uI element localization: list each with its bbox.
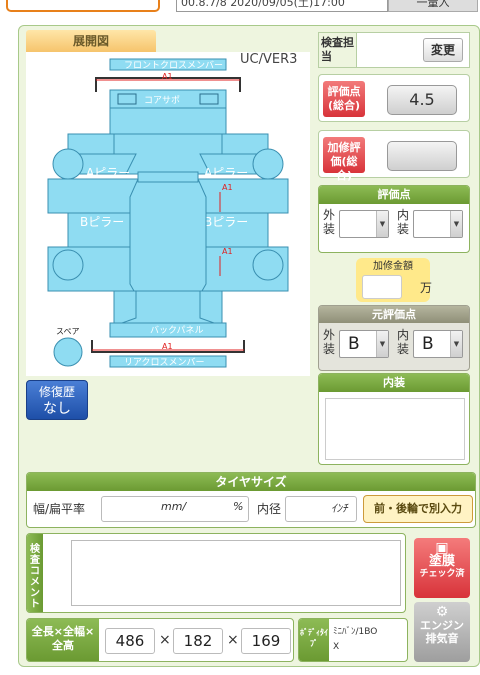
front-damage-mark: A1 — [162, 72, 173, 81]
paint-label: 塗膜 — [428, 554, 455, 569]
version-label: UC/VER3 — [240, 52, 298, 67]
repair-amount-unit: 万 — [420, 281, 433, 295]
chevron-down-icon: ▼ — [450, 331, 462, 357]
repair-history-value: なし — [43, 401, 71, 417]
front-left-wheel[interactable] — [52, 148, 84, 180]
right-a-damage-mark: A1 — [222, 183, 233, 192]
body-type-value[interactable]: ﾐﾆﾊﾞﾝ/1BO X — [333, 625, 377, 655]
original-evaluation-title: 元評価点 — [319, 306, 469, 323]
length-input[interactable]: 486 — [105, 628, 155, 654]
interior-title: 内装 — [319, 374, 469, 392]
separate-front-rear-button[interactable]: 前・後輪で別入力 — [363, 495, 473, 523]
repair-score-label: 加修評価(総合) — [323, 137, 365, 182]
paint-sublabel: チェック済 — [419, 569, 465, 579]
body-type-box: ﾎﾞﾃﾞｨﾀｲﾌﾟ ﾐﾆﾊﾞﾝ/1BO X — [298, 618, 408, 662]
rear-right-wheel[interactable] — [252, 249, 284, 281]
original-exterior-value: B — [348, 334, 360, 354]
inspector-label: 検査担当 — [319, 33, 357, 67]
width-input[interactable]: 182 — [173, 628, 223, 654]
a-pillar-left-label: Aピラー — [86, 166, 130, 180]
original-interior-value: B — [422, 334, 434, 354]
comment-box: 検査コメント — [26, 533, 406, 613]
engine-sound-button[interactable]: ⚙ エンジン 排気音 — [414, 602, 470, 662]
original-exterior-select[interactable]: B ▼ — [339, 330, 389, 358]
rear-damage-mark: A1 — [162, 342, 173, 351]
dimension-separator: × — [227, 632, 239, 648]
inspector-box: 検査担当 変更 — [318, 32, 470, 68]
rear-cross-member-label: リアクロスメンバー — [124, 357, 205, 368]
height-input[interactable]: 169 — [241, 628, 291, 654]
right-front-door[interactable] — [197, 178, 289, 214]
repair-history-label: 修復歴 — [38, 385, 75, 399]
exterior-select[interactable]: ▼ — [339, 210, 389, 238]
top-date-field: 00.8.7/8 2020/09/05(土)17:00 — [176, 0, 388, 12]
tire-inner-unit: ｲﾝﾁ — [331, 502, 348, 515]
chevron-down-icon: ▼ — [450, 211, 462, 237]
b-pillar-right-label: Bピラー — [204, 215, 248, 229]
repair-score-button[interactable] — [387, 141, 457, 171]
evaluation-box: 評価点 外装 ▼ 内装 ▼ — [318, 185, 470, 253]
overall-score-label: 評価点(総合) — [323, 81, 365, 117]
tire-width-label: 幅/扁平率 — [33, 502, 86, 516]
original-interior-select[interactable]: B ▼ — [413, 330, 463, 358]
body-type-label: ﾎﾞﾃﾞｨﾀｲﾌﾟ — [299, 619, 329, 661]
tire-ratio-unit: % — [233, 500, 244, 513]
spare-tire[interactable] — [53, 337, 83, 367]
core-support-label: コアサポ — [144, 95, 180, 106]
change-inspector-button[interactable]: 変更 — [423, 38, 463, 62]
interior-select[interactable]: ▼ — [413, 210, 463, 238]
engine-icon: ⚙ — [435, 604, 449, 620]
a-pillar-right-label: Aピラー — [204, 166, 248, 180]
body-type-line1: ﾐﾆﾊﾞﾝ/1BO — [333, 627, 378, 637]
left-front-door[interactable] — [47, 178, 139, 214]
tire-size-box: タイヤサイズ 幅/扁平率 mm/ % 内径 ｲﾝﾁ 前・後輪で別入力 — [26, 472, 476, 528]
exterior-label: 外装 — [323, 208, 336, 236]
top-strip: 00.8.7/8 2020/09/05(土)17:00 一量入 — [0, 0, 480, 16]
repair-amount-box: 万 — [356, 272, 433, 302]
engine-label: エンジン — [420, 619, 464, 632]
left-quarter-panel[interactable] — [113, 290, 137, 324]
tire-width-unit: mm/ — [161, 500, 187, 513]
paint-check-button[interactable]: ▣ 塗膜 チェック済 — [414, 538, 470, 598]
right-quarter-panel[interactable] — [199, 290, 223, 324]
original-exterior-label: 外装 — [323, 328, 336, 356]
tire-size-title: タイヤサイズ — [27, 473, 475, 491]
comment-label: 検査コメント — [27, 534, 43, 612]
interior-box: 内装 — [318, 373, 470, 465]
car-diagram[interactable]: .p { fill: #8fdcf2; stroke: #3a8fb0; str… — [26, 52, 310, 376]
dimension-separator: × — [159, 632, 171, 648]
original-interior-label: 内装 — [397, 328, 410, 356]
diagram-title: 展開図 — [26, 30, 156, 52]
right-b-damage-mark: A1 — [222, 247, 233, 256]
rear-left-wheel[interactable] — [52, 249, 84, 281]
interior-label: 内装 — [397, 208, 410, 236]
interior-textarea[interactable] — [325, 398, 465, 460]
dimensions-label: 全長×全幅×全高 — [27, 619, 99, 661]
evaluation-title: 評価点 — [319, 186, 469, 204]
body-type-line2: X — [333, 642, 340, 652]
roof-panel[interactable] — [129, 178, 207, 299]
back-panel-label: バックパネル — [150, 325, 204, 336]
repair-history-button[interactable]: 修復歴 なし — [26, 380, 88, 420]
dimensions-box: 全長×全幅×全高 486 × 182 × 169 — [26, 618, 294, 662]
comment-textarea[interactable] — [71, 540, 401, 606]
spare-label: スペア — [56, 327, 79, 336]
repair-amount-input[interactable] — [362, 275, 402, 299]
front-right-wheel[interactable] — [252, 148, 284, 180]
top-right-button[interactable]: 一量入 — [388, 0, 478, 12]
car-diagram-svg: .p { fill: #8fdcf2; stroke: #3a8fb0; str… — [47, 58, 289, 368]
original-evaluation-box: 元評価点 外装 B ▼ 内装 B ▼ — [318, 305, 470, 371]
overall-score-box: 評価点(総合) 4.5 — [318, 74, 470, 122]
repair-score-box: 加修評価(総合) — [318, 130, 470, 182]
front-cross-member-label: フロントクロスメンバー — [124, 60, 223, 71]
chevron-down-icon: ▼ — [376, 211, 388, 237]
hood-panel[interactable] — [109, 107, 227, 135]
overall-score-button[interactable]: 4.5 — [387, 85, 457, 115]
tire-inner-label: 内径 — [257, 502, 282, 516]
top-action-button[interactable] — [6, 0, 160, 12]
chevron-down-icon: ▼ — [376, 331, 388, 357]
engine-sublabel: 排気音 — [425, 632, 459, 645]
b-pillar-left-label: Bピラー — [80, 215, 124, 229]
